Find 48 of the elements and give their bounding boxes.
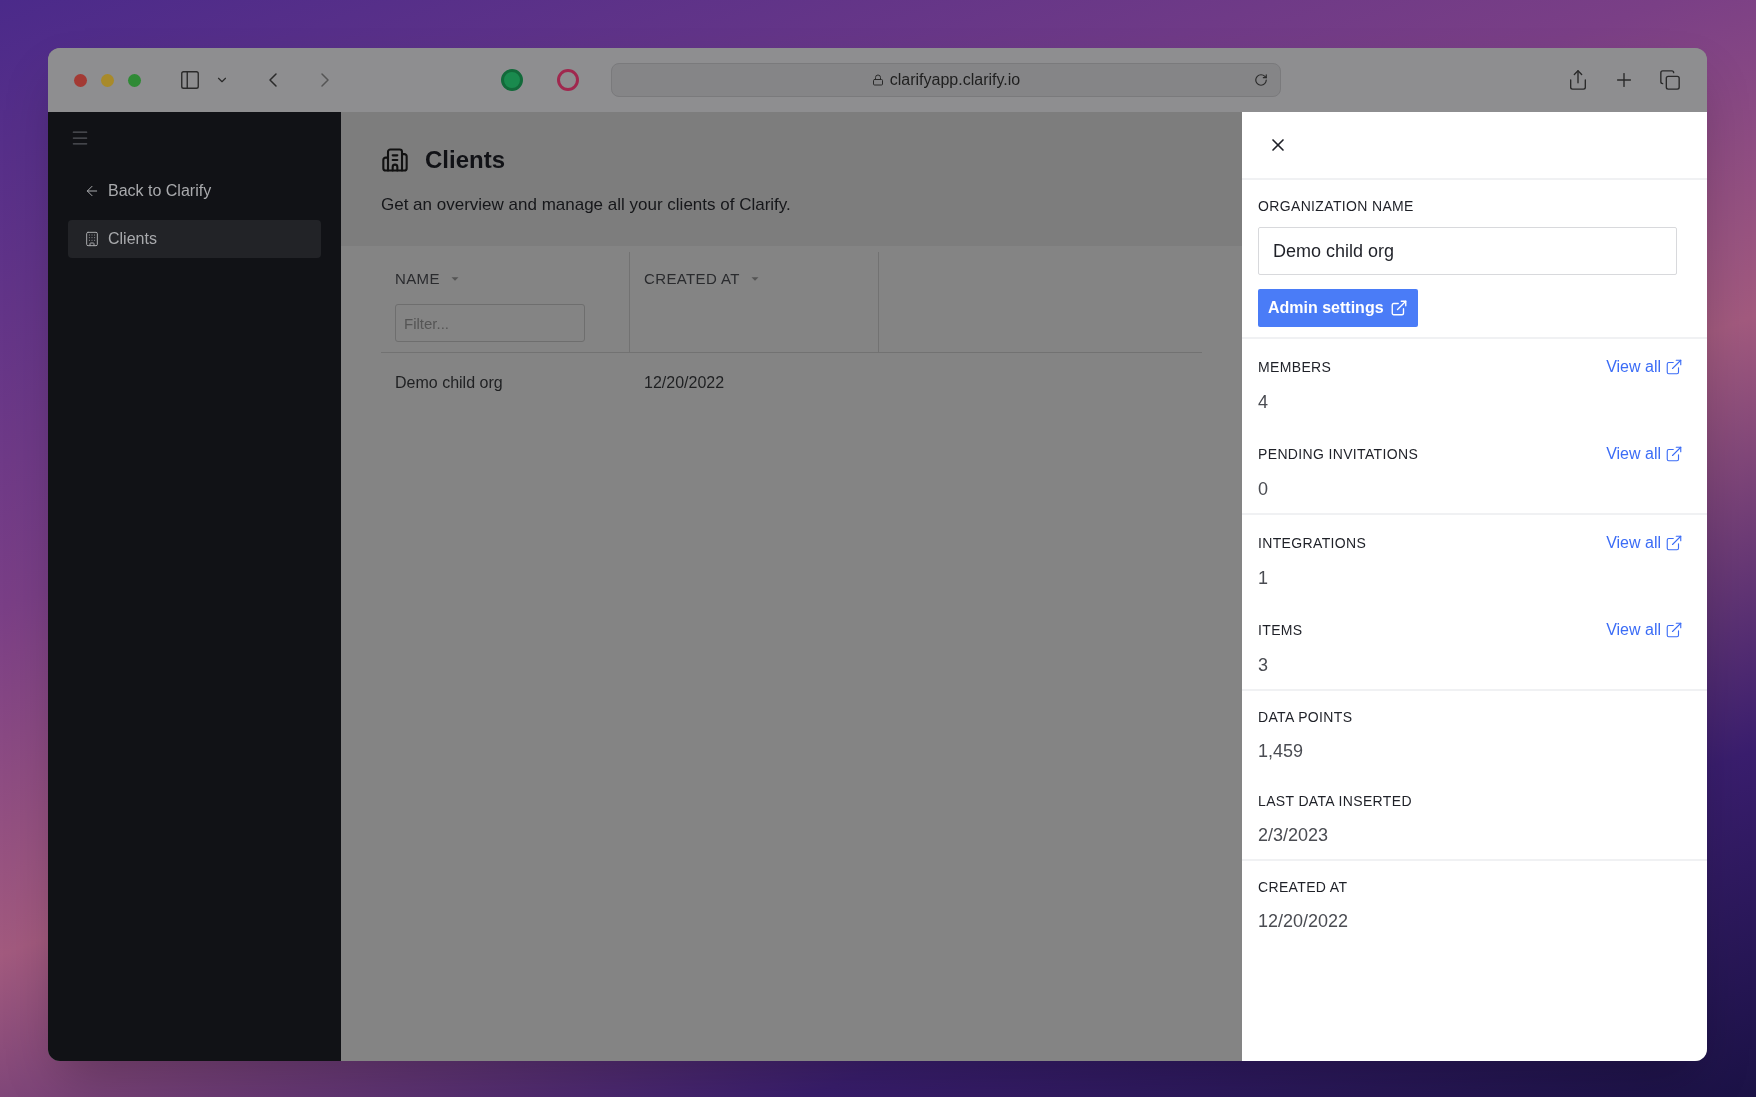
stat-value: 4 [1258,391,1269,414]
close-window-button[interactable] [74,73,87,87]
building-icon [381,146,409,174]
sidebar-item[interactable]: Clients [68,220,321,258]
view-all-link[interactable]: View all [1606,355,1683,379]
admin-settings-button[interactable]: Admin settings [1258,289,1418,327]
view-all-link[interactable]: View all [1606,531,1683,555]
extension-icon[interactable] [557,69,579,91]
column-header[interactable]: CREATED AT [644,267,740,290]
stat-label: PENDING INVITATIONS [1258,444,1419,464]
column-header[interactable]: NAME [395,267,440,290]
external-link-icon [1389,299,1408,317]
stat-label: ITEMS [1258,620,1303,640]
stat-label: MEMBERS [1258,357,1332,377]
stat-label: CREATED AT [1258,878,1348,897]
reload-icon[interactable] [1254,73,1268,87]
address-bar[interactable]: clarifyapp.clarify.io [611,63,1281,97]
view-all-link[interactable]: View all [1606,442,1683,466]
extension-icon[interactable] [501,69,523,91]
stat-label: LAST DATA INSERTED [1258,792,1412,811]
table-cell-text: 12/20/2022 [643,372,726,393]
table-cell-text: Demo child org [394,372,504,393]
stat-label: DATA POINTS [1258,708,1353,727]
external-link-icon [1665,358,1683,376]
external-link-icon [1665,445,1683,463]
share-icon[interactable] [1567,69,1589,91]
lock-icon [871,74,884,86]
page-description: Get an overview and manage all your clients of Clarify. [381,194,792,216]
sidebar-item[interactable]: Back to Clarify [68,172,321,210]
stat-value: 2/3/2023 [1258,824,1330,847]
external-link-icon [1665,621,1683,639]
sidebar-toggle-icon[interactable] [179,69,201,91]
stat-value: 1,459 [1258,740,1305,763]
stat-value: 12/20/2022 [1258,910,1350,933]
field-label: ORGANIZATION NAME [1258,197,1415,216]
stat-value: 1 [1258,567,1269,590]
zoom-window-button[interactable] [128,73,141,87]
page-title: Clients [425,145,505,175]
external-link-icon [1665,534,1683,552]
url-text: clarifyapp.clarify.io [889,70,1021,90]
building-icon [84,231,100,247]
tabs-overview-icon[interactable] [1659,69,1681,91]
arrow-left-icon [84,183,100,199]
stat-value: 3 [1258,654,1269,677]
stat-label: INTEGRATIONS [1258,533,1367,553]
view-all-link[interactable]: View all [1606,618,1683,642]
stat-value: 0 [1258,478,1269,501]
organization-name-field[interactable]: Demo child org [1258,227,1677,275]
